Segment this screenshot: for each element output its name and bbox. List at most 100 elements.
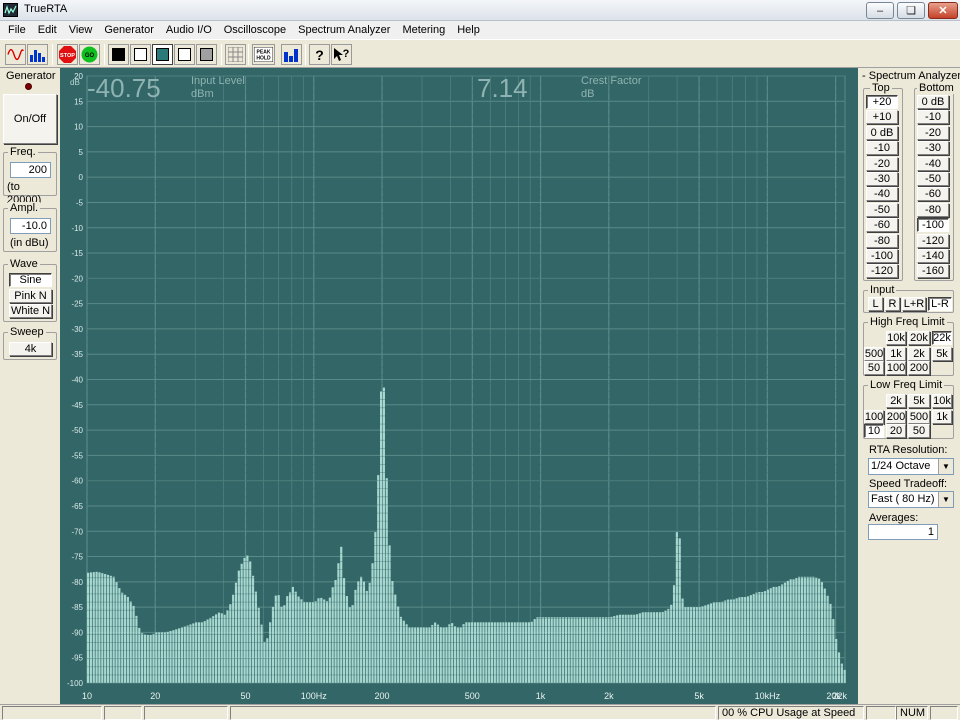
input-l-plus-r-button[interactable]: L+R bbox=[902, 297, 926, 311]
bottom-range-button[interactable]: -100 bbox=[917, 218, 949, 233]
speed-tradeoff-select[interactable]: Fast ( 80 Hz) ▼ bbox=[868, 491, 954, 508]
spectrum-bar bbox=[820, 582, 824, 683]
bottom-range-button[interactable]: -50 bbox=[917, 172, 949, 186]
color-gray-button[interactable] bbox=[196, 44, 217, 65]
color-outline-button[interactable] bbox=[174, 44, 195, 65]
y-tick-label: 10 bbox=[74, 123, 83, 132]
low-freq-button[interactable]: 200 bbox=[886, 410, 906, 424]
spectrum-bar bbox=[388, 545, 391, 683]
input-l-minus-r-button[interactable]: L-R bbox=[928, 297, 952, 311]
outline-swatch-icon bbox=[178, 48, 191, 61]
spectrum-button[interactable] bbox=[27, 44, 48, 65]
menu-audio-io[interactable]: Audio I/O bbox=[160, 21, 218, 39]
wave-pink-noise-button[interactable]: Pink N bbox=[9, 289, 52, 303]
high-freq-button[interactable]: 1k bbox=[886, 347, 906, 361]
context-help-button[interactable]: ? bbox=[331, 44, 352, 65]
input-left-button[interactable]: L bbox=[868, 297, 883, 311]
bottom-range-button[interactable]: -10 bbox=[917, 110, 949, 125]
menu-file[interactable]: File bbox=[2, 21, 32, 39]
generator-panel: Generator On/Off Freq. 200 (to 20000) Am… bbox=[0, 68, 60, 704]
close-button[interactable]: ✕ bbox=[928, 2, 958, 19]
stop-button[interactable]: STOP bbox=[57, 44, 78, 65]
top-range-button[interactable]: +20 bbox=[866, 95, 898, 109]
ampl-input[interactable]: -10.0 bbox=[10, 218, 51, 234]
go-button[interactable]: GO bbox=[79, 44, 100, 65]
menu-view[interactable]: View bbox=[63, 21, 99, 39]
input-right-button[interactable]: R bbox=[885, 297, 900, 311]
top-range-button[interactable]: -60 bbox=[866, 218, 898, 233]
grid-button[interactable] bbox=[225, 44, 246, 65]
bottom-range-button[interactable]: -80 bbox=[917, 202, 949, 217]
bottom-range-button[interactable]: -160 bbox=[917, 264, 949, 279]
color-teal-button[interactable] bbox=[152, 44, 173, 65]
spectrum-bar bbox=[163, 632, 166, 683]
bottom-range-button[interactable]: -120 bbox=[917, 233, 949, 248]
high-freq-button[interactable]: 22k bbox=[932, 331, 952, 345]
menu-spectrum-analyzer[interactable]: Spectrum Analyzer bbox=[292, 21, 396, 39]
top-range-button[interactable]: -120 bbox=[866, 264, 898, 279]
spectrum-bar bbox=[274, 595, 277, 683]
top-range-button[interactable]: -30 bbox=[866, 172, 898, 186]
menu-edit[interactable]: Edit bbox=[32, 21, 63, 39]
color-white-button[interactable] bbox=[130, 44, 151, 65]
top-range-button[interactable]: -10 bbox=[866, 141, 898, 156]
high-freq-button[interactable]: 500 bbox=[864, 347, 884, 361]
high-freq-button[interactable]: 2k bbox=[908, 347, 930, 361]
top-range-button[interactable]: +10 bbox=[866, 110, 898, 125]
freq-input[interactable]: 200 bbox=[10, 162, 51, 178]
menu-generator[interactable]: Generator bbox=[98, 21, 160, 39]
spectrum-bar bbox=[95, 571, 98, 683]
bottom-range-button[interactable]: -30 bbox=[917, 141, 949, 156]
low-freq-button[interactable]: 2k bbox=[886, 394, 906, 408]
help-button[interactable]: ? bbox=[309, 44, 330, 65]
top-range-button[interactable]: -80 bbox=[866, 233, 898, 248]
top-range-button[interactable]: 0 dB bbox=[866, 125, 898, 140]
low-freq-button[interactable]: 5k bbox=[908, 394, 930, 408]
low-freq-button[interactable]: 20 bbox=[886, 424, 906, 438]
sweep-button[interactable]: 4k bbox=[9, 342, 52, 356]
top-range-button[interactable]: -100 bbox=[866, 249, 898, 263]
top-range-button[interactable]: -50 bbox=[866, 202, 898, 217]
high-freq-button[interactable]: 20k bbox=[908, 331, 930, 345]
menu-metering[interactable]: Metering bbox=[396, 21, 451, 39]
bottom-range-button[interactable]: -140 bbox=[917, 249, 949, 263]
high-freq-button[interactable]: 200 bbox=[908, 361, 930, 375]
low-freq-button[interactable]: 100 bbox=[864, 410, 884, 424]
average-button[interactable] bbox=[281, 44, 302, 65]
wave-group: Wave Sine Pink N White N bbox=[3, 258, 57, 322]
spectrum-bar bbox=[653, 612, 656, 683]
top-range-button[interactable]: -40 bbox=[866, 187, 898, 202]
spectrum-bar bbox=[664, 610, 667, 683]
low-freq-button[interactable]: 50 bbox=[908, 424, 930, 438]
oscilloscope-button[interactable] bbox=[5, 44, 26, 65]
spectrum-bar bbox=[505, 622, 508, 683]
averages-input[interactable]: 1 bbox=[868, 524, 938, 540]
bottom-range-button[interactable]: 0 dB bbox=[917, 95, 949, 109]
wave-white-noise-button[interactable]: White N bbox=[9, 304, 52, 318]
low-freq-button[interactable]: 10 bbox=[864, 424, 884, 438]
minimize-button[interactable]: – bbox=[866, 2, 894, 19]
spectrum-bar bbox=[519, 622, 522, 683]
high-freq-button[interactable]: 100 bbox=[886, 361, 906, 375]
top-range-button[interactable]: -20 bbox=[866, 156, 898, 171]
peak-hold-button[interactable]: PEAK HOLD bbox=[252, 44, 275, 65]
x-tick-label: 20 bbox=[150, 691, 160, 701]
maximize-button[interactable]: ❏ bbox=[897, 2, 925, 19]
low-freq-button[interactable]: 500 bbox=[908, 410, 930, 424]
wave-sine-button[interactable]: Sine bbox=[9, 273, 52, 287]
truerta-window: TrueRTA – ❏ ✕ File Edit View Generator A… bbox=[0, 0, 960, 720]
color-black-button[interactable] bbox=[108, 44, 129, 65]
bottom-range-button[interactable]: -60 bbox=[917, 187, 949, 202]
low-freq-button[interactable]: 10k bbox=[932, 394, 952, 408]
high-freq-button[interactable]: 50 bbox=[864, 361, 884, 375]
menu-oscilloscope[interactable]: Oscilloscope bbox=[218, 21, 292, 39]
bottom-range-button[interactable]: -20 bbox=[917, 125, 949, 140]
high-freq-button[interactable]: 5k bbox=[932, 347, 952, 361]
rta-resolution-select[interactable]: 1/24 Octave ▼ bbox=[868, 458, 954, 475]
spectrum-bar bbox=[513, 622, 516, 683]
high-freq-button[interactable]: 10k bbox=[886, 331, 906, 345]
menu-help[interactable]: Help bbox=[451, 21, 486, 39]
bottom-range-button[interactable]: -40 bbox=[917, 156, 949, 171]
low-freq-button[interactable]: 1k bbox=[932, 410, 952, 424]
generator-on-off-button[interactable]: On/Off bbox=[3, 94, 57, 144]
